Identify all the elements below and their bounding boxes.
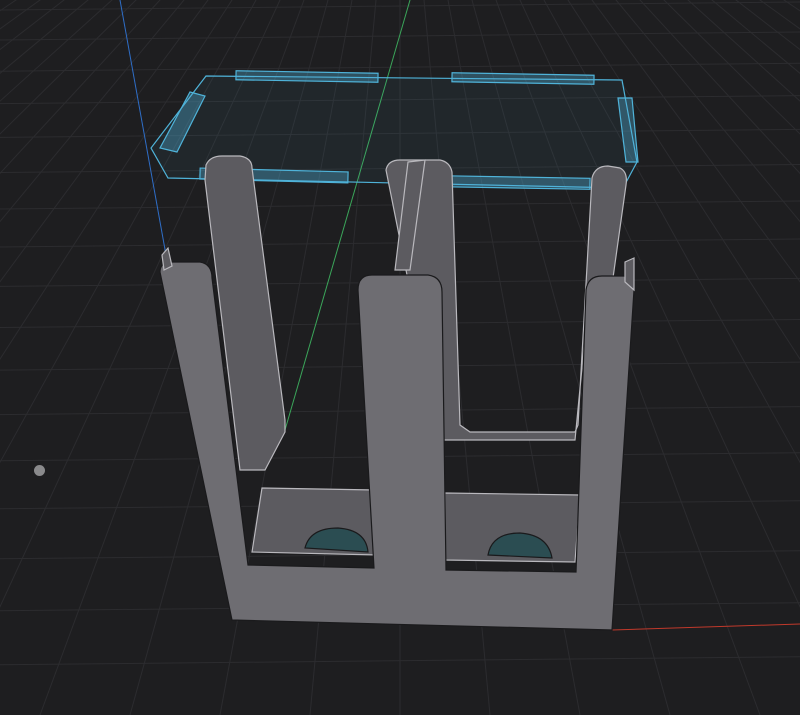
- sketch-tab[interactable]: [439, 175, 591, 190]
- sketch-tab[interactable]: [235, 70, 379, 83]
- holder-model[interactable]: [159, 155, 635, 631]
- 3d-viewport[interactable]: [0, 0, 800, 715]
- orbit-pivot-icon[interactable]: [34, 465, 45, 476]
- x-axis-line: [611, 623, 800, 631]
- viewport-canvas[interactable]: [0, 0, 800, 715]
- sketch-tab[interactable]: [451, 72, 595, 85]
